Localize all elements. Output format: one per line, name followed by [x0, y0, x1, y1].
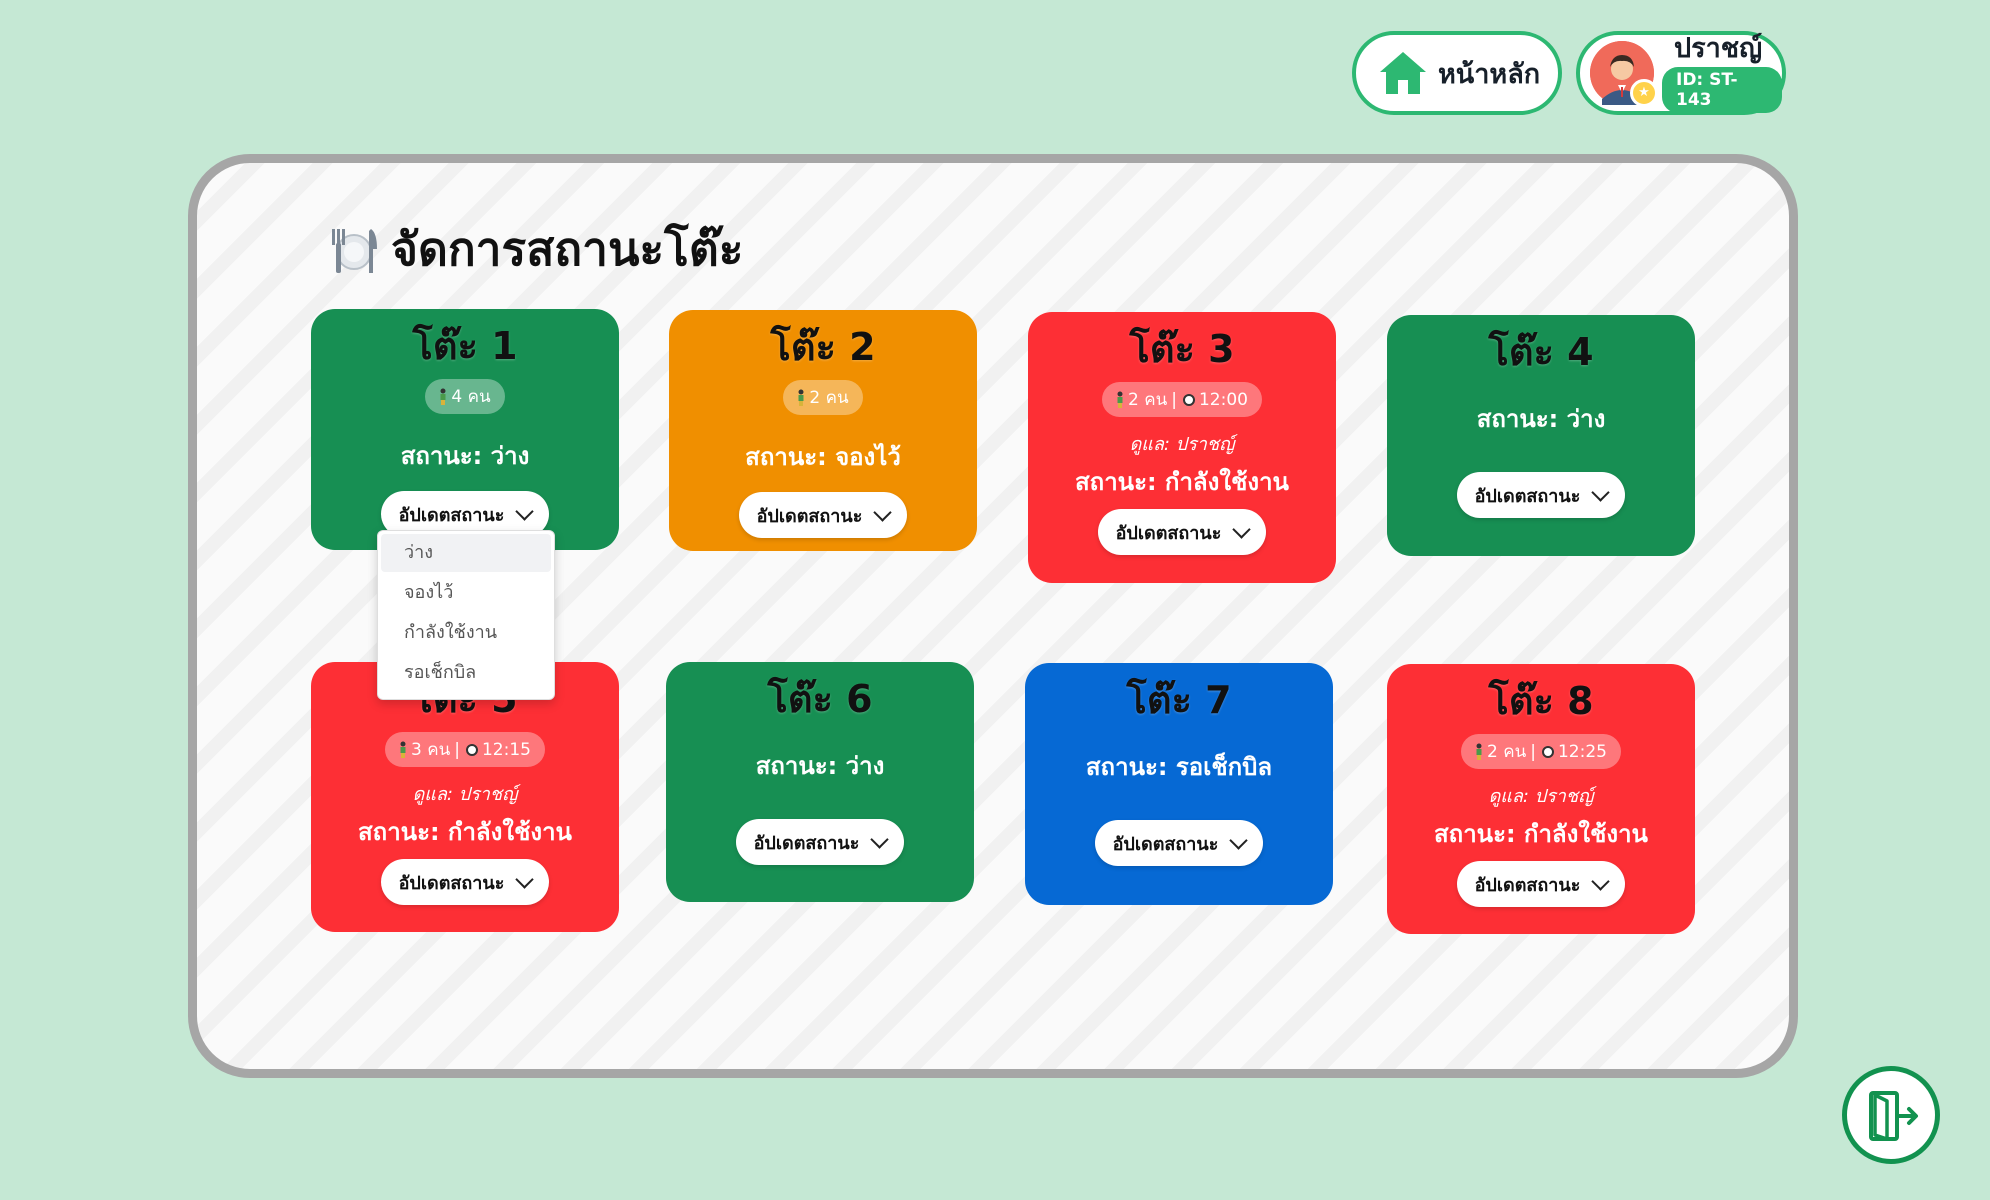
- table-title: โต๊ะ 2: [770, 325, 876, 369]
- house-icon: [1378, 50, 1428, 96]
- person-icon: [797, 389, 805, 406]
- guest-count: 3 คน: [411, 740, 451, 760]
- table-title: โต๊ะ 1: [412, 324, 518, 368]
- logout-button[interactable]: [1842, 1066, 1940, 1164]
- door-exit-icon: [1865, 1089, 1919, 1147]
- chip-separator: |: [1171, 389, 1177, 410]
- chevron-down-icon: [1591, 482, 1611, 502]
- status-option-occupied[interactable]: กำลังใช้งาน: [381, 614, 551, 652]
- status-option-reserved[interactable]: จองไว้: [381, 574, 551, 612]
- user-name: ปราชญ์: [1674, 33, 1763, 64]
- table-card-8: โต๊ะ 8 2 คน | 12:25 ดูแล: ปราชญ์ สถานะ: …: [1387, 664, 1695, 934]
- table-card-4: โต๊ะ 4 สถานะ: ว่าง อัปเดตสถานะ: [1387, 315, 1695, 556]
- guest-count: 2 คน: [1128, 390, 1168, 410]
- table-status: สถานะ: ว่าง: [1476, 405, 1606, 433]
- person-icon: [439, 388, 447, 405]
- table-card-5: โต๊ะ 5 3 คน | 12:15 ดูแล: ปราชญ์ สถานะ: …: [311, 662, 619, 932]
- avatar: ★: [1590, 41, 1658, 107]
- person-icon: [399, 741, 407, 758]
- table-status: สถานะ: กำลังใช้งาน: [1075, 468, 1289, 496]
- page-title-text: จัดการสถานะโต๊ะ: [391, 222, 744, 276]
- update-status-label: อัปเดตสถานะ: [756, 505, 863, 527]
- update-status-label: อัปเดตสถานะ: [753, 832, 860, 854]
- home-label: หน้าหลัก: [1438, 58, 1541, 90]
- star-badge-icon: ★: [1630, 79, 1658, 107]
- table-status: สถานะ: กำลังใช้งาน: [358, 818, 572, 846]
- user-profile[interactable]: ★ ปราชญ์ ID: ST-143: [1576, 31, 1786, 115]
- update-status-button[interactable]: อัปเดตสถานะ: [1097, 509, 1267, 555]
- guest-chip: 2 คน: [783, 380, 863, 415]
- table-status: สถานะ: จองไว้: [745, 443, 901, 471]
- guest-count: 2 คน: [1487, 742, 1527, 762]
- table-status: สถานะ: ว่าง: [755, 752, 885, 780]
- chip-separator: |: [1530, 741, 1536, 762]
- update-status-button[interactable]: อัปเดตสถานะ: [1456, 861, 1626, 907]
- update-status-label: อัปเดตสถานะ: [1112, 833, 1219, 855]
- guest-count: 2 คน: [809, 388, 849, 408]
- chevron-down-icon: [515, 501, 535, 521]
- update-status-label: อัปเดตสถานะ: [1474, 874, 1581, 896]
- stopwatch-icon: [1182, 393, 1195, 406]
- table-title: โต๊ะ 4: [1488, 330, 1594, 374]
- user-id-badge: ID: ST-143: [1662, 67, 1782, 113]
- table-title: โต๊ะ 6: [767, 677, 873, 721]
- status-dropdown-menu: ว่าง จองไว้ กำลังใช้งาน รอเช็กบิล: [377, 530, 555, 700]
- status-option-awaiting-bill[interactable]: รอเช็กบิล: [381, 654, 551, 692]
- person-icon: [1475, 743, 1483, 760]
- update-status-label: อัปเดตสถานะ: [1115, 522, 1222, 544]
- table-status: สถานะ: กำลังใช้งาน: [1434, 820, 1648, 848]
- start-time: 12:00: [1198, 389, 1248, 410]
- update-status-label: อัปเดตสถานะ: [1474, 485, 1581, 507]
- table-card-7: โต๊ะ 7 สถานะ: รอเช็กบิล อัปเดตสถานะ: [1025, 663, 1333, 905]
- table-carer: ดูแล: ปราชญ์: [1129, 434, 1235, 455]
- page-title: จัดการสถานะโต๊ะ: [327, 213, 743, 286]
- chip-separator: |: [454, 739, 460, 760]
- table-card-1: โต๊ะ 1 4 คน สถานะ: ว่าง อัปเดตสถานะ: [311, 309, 619, 550]
- update-status-button[interactable]: อัปเดตสถานะ: [1456, 472, 1626, 518]
- table-card-2: โต๊ะ 2 2 คน สถานะ: จองไว้ อัปเดตสถานะ: [669, 310, 977, 551]
- guest-count: 4 คน: [451, 387, 491, 407]
- stopwatch-icon: [1541, 745, 1554, 758]
- chevron-down-icon: [515, 869, 535, 889]
- chevron-down-icon: [1232, 519, 1252, 539]
- update-status-button[interactable]: อัปเดตสถานะ: [1094, 820, 1264, 866]
- chevron-down-icon: [1229, 830, 1249, 850]
- guest-time-chip: 2 คน | 12:00: [1102, 382, 1262, 417]
- chevron-down-icon: [873, 502, 893, 522]
- table-status: สถานะ: ว่าง: [400, 442, 530, 470]
- table-carer: ดูแล: ปราชญ์: [412, 784, 518, 805]
- update-status-button[interactable]: อัปเดตสถานะ: [738, 492, 908, 538]
- update-status-label: อัปเดตสถานะ: [398, 504, 505, 526]
- guest-time-chip: 3 คน | 12:15: [385, 732, 545, 767]
- chevron-down-icon: [870, 829, 890, 849]
- update-status-button[interactable]: อัปเดตสถานะ: [380, 859, 550, 905]
- table-title: โต๊ะ 7: [1126, 678, 1232, 722]
- home-button[interactable]: หน้าหลัก: [1352, 31, 1562, 115]
- status-option-available[interactable]: ว่าง: [381, 534, 551, 572]
- table-title: โต๊ะ 3: [1129, 327, 1235, 371]
- guest-chip: 4 คน: [425, 379, 505, 414]
- chevron-down-icon: [1591, 871, 1611, 891]
- person-icon: [1116, 391, 1124, 408]
- guest-time-chip: 2 คน | 12:25: [1461, 734, 1621, 769]
- start-time: 12:25: [1557, 741, 1607, 762]
- table-card-3: โต๊ะ 3 2 คน | 12:00 ดูแล: ปราชญ์ สถานะ: …: [1028, 312, 1336, 583]
- update-status-label: อัปเดตสถานะ: [398, 872, 505, 894]
- table-title: โต๊ะ 8: [1488, 679, 1594, 723]
- stopwatch-icon: [465, 743, 478, 756]
- utensils-plate-icon: [327, 223, 379, 277]
- update-status-button[interactable]: อัปเดตสถานะ: [735, 819, 905, 865]
- table-status: สถานะ: รอเช็กบิล: [1085, 753, 1273, 781]
- table-carer: ดูแล: ปราชญ์: [1488, 786, 1594, 807]
- start-time: 12:15: [481, 739, 531, 760]
- table-card-6: โต๊ะ 6 สถานะ: ว่าง อัปเดตสถานะ: [666, 662, 974, 902]
